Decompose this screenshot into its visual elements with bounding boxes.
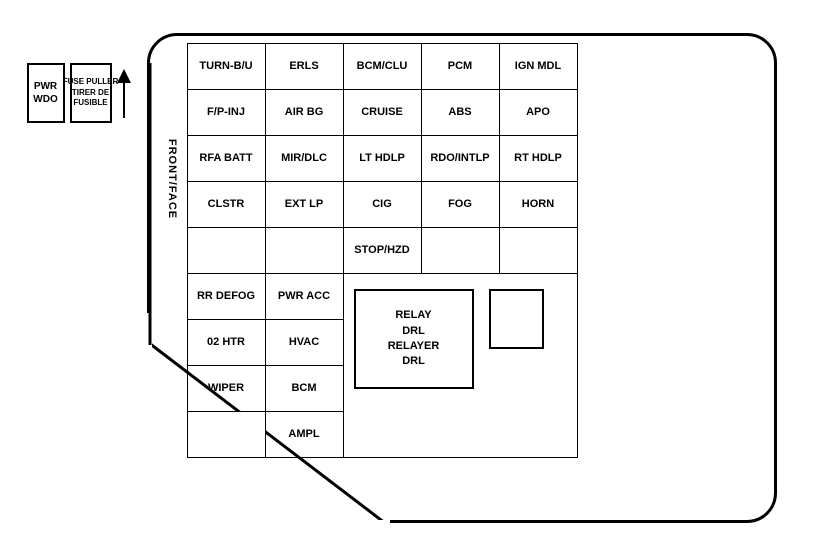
cell-4-2: STOP/HZD bbox=[343, 228, 421, 274]
cell-4-0 bbox=[187, 228, 265, 274]
fuse-grid-table: TURN-B/U ERLS BCM/CLU PCM IGN MDL F/P-IN… bbox=[187, 43, 578, 458]
cell-1-1: AIR BG bbox=[265, 90, 343, 136]
cell-0-1: ERLS bbox=[265, 44, 343, 90]
cell-3-3: FOG bbox=[421, 182, 499, 228]
cell-5-2: RELAY DRL RELAYER DRL bbox=[343, 274, 577, 458]
cell-3-4: HORN bbox=[499, 182, 577, 228]
cell-7-0: WIPER bbox=[187, 366, 265, 412]
cell-4-4 bbox=[499, 228, 577, 274]
arrow-head bbox=[117, 69, 131, 83]
cell-8-1: AMPL bbox=[265, 412, 343, 458]
arrow-line bbox=[123, 83, 125, 118]
fuse-pull-box: FUSE PULLER TIRER DE FUSIBLE bbox=[70, 63, 112, 123]
cell-6-0: 02 HTR bbox=[187, 320, 265, 366]
fuse-pull-label: FUSE PULLER TIRER DE FUSIBLE bbox=[63, 77, 119, 108]
cell-1-0: F/P-INJ bbox=[187, 90, 265, 136]
pwr-wdo-box: PWR WDO bbox=[27, 63, 65, 123]
table-row: STOP/HZD bbox=[187, 228, 577, 274]
left-labels-area: PWR WDO FUSE PULLER TIRER DE FUSIBLE bbox=[27, 63, 131, 123]
cell-2-2: LT HDLP bbox=[343, 136, 421, 182]
cell-0-2: BCM/CLU bbox=[343, 44, 421, 90]
table-row: RR DEFOG PWR ACC RELAY DRL RELAYER DRL bbox=[187, 274, 577, 320]
cell-4-3 bbox=[421, 228, 499, 274]
arrow-up bbox=[117, 69, 131, 118]
cell-5-0: RR DEFOG bbox=[187, 274, 265, 320]
cell-5-1: PWR ACC bbox=[265, 274, 343, 320]
cell-4-1 bbox=[265, 228, 343, 274]
cell-1-3: ABS bbox=[421, 90, 499, 136]
cell-0-0: TURN-B/U bbox=[187, 44, 265, 90]
table-row: F/P-INJ AIR BG CRUISE ABS APO bbox=[187, 90, 577, 136]
cell-8-0 bbox=[187, 412, 265, 458]
cell-1-4: APO bbox=[499, 90, 577, 136]
table-row: CLSTR EXT LP CIG FOG HORN bbox=[187, 182, 577, 228]
table-row: TURN-B/U ERLS BCM/CLU PCM IGN MDL bbox=[187, 44, 577, 90]
cell-7-1: BCM bbox=[265, 366, 343, 412]
cell-6-1: HVAC bbox=[265, 320, 343, 366]
relay-drl-text: RELAY DRL RELAYER DRL bbox=[388, 308, 440, 370]
cell-0-4: IGN MDL bbox=[499, 44, 577, 90]
cell-3-0: CLSTR bbox=[187, 182, 265, 228]
relay-drl-box: RELAY DRL RELAYER DRL bbox=[354, 289, 474, 389]
cell-2-0: RFA BATT bbox=[187, 136, 265, 182]
cell-3-1: EXT LP bbox=[265, 182, 343, 228]
cell-3-2: CIG bbox=[343, 182, 421, 228]
front-face-label: FRONT/FACE bbox=[166, 139, 178, 219]
cell-2-1: MIR/DLC bbox=[265, 136, 343, 182]
small-relay-box bbox=[489, 289, 544, 349]
cell-2-4: RT HDLP bbox=[499, 136, 577, 182]
table-row: RFA BATT MIR/DLC LT HDLP RDO/INTLP RT HD… bbox=[187, 136, 577, 182]
cell-0-3: PCM bbox=[421, 44, 499, 90]
cell-2-3: RDO/INTLP bbox=[421, 136, 499, 182]
cell-1-2: CRUISE bbox=[343, 90, 421, 136]
pwr-wdo-label: PWR WDO bbox=[33, 80, 57, 106]
diagram-container: PWR WDO FUSE PULLER TIRER DE FUSIBLE FRO… bbox=[17, 13, 797, 543]
